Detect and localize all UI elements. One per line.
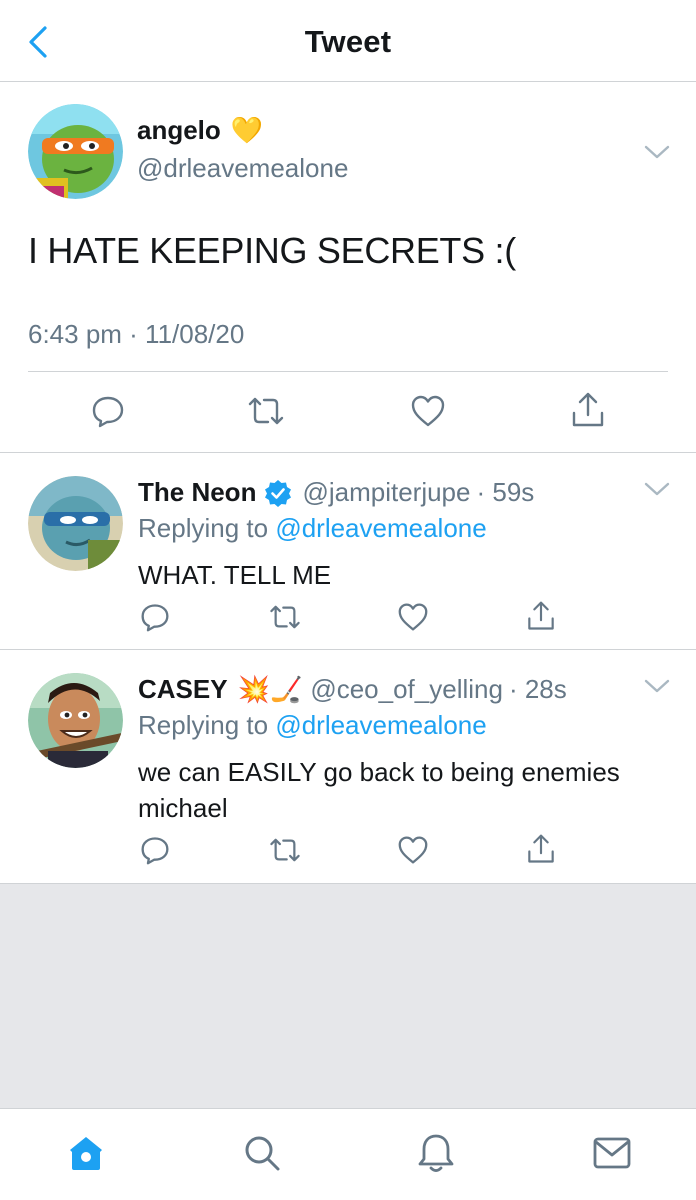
replying-to-label: Replying to <box>138 710 276 740</box>
verified-badge-icon <box>265 479 292 507</box>
tab-home[interactable] <box>64 1131 108 1175</box>
main-tweet: angelo 💛 @drleavemealone I HATE KEEPING … <box>0 83 696 453</box>
author-handle[interactable]: @drleavemealone <box>137 153 348 184</box>
yellow-heart-emoji: 💛 <box>230 115 264 145</box>
share-button[interactable] <box>568 389 608 431</box>
chevron-down-icon[interactable] <box>644 679 670 695</box>
reply-icon <box>141 604 169 632</box>
share-icon <box>572 392 604 427</box>
retweet-button[interactable] <box>244 391 288 431</box>
avatar[interactable] <box>28 476 123 571</box>
author-name[interactable]: angelo 💛 <box>137 115 263 146</box>
chevron-down-icon[interactable] <box>644 145 670 161</box>
replying-to: Replying to @drleavemealone <box>138 513 487 544</box>
retweet-icon <box>270 605 300 629</box>
share-button[interactable] <box>524 598 558 634</box>
retweet-icon <box>248 397 284 425</box>
replying-to-label: Replying to <box>138 513 276 543</box>
tweet-timestamp: 6:43 pm · 11/08/20 <box>28 319 245 349</box>
chevron-down-icon[interactable] <box>644 482 670 498</box>
name-emoji: 💥🏒 <box>237 674 303 704</box>
author-name-text: angelo <box>137 115 221 145</box>
avatar[interactable] <box>28 673 123 768</box>
reply-time: · 59s <box>476 477 535 507</box>
reply-time: · 28s <box>508 674 567 704</box>
reply-icon <box>141 837 169 865</box>
reply-button[interactable] <box>138 600 172 634</box>
notifications-icon <box>418 1134 454 1172</box>
like-button[interactable] <box>408 391 448 431</box>
tab-notifications[interactable] <box>414 1131 458 1175</box>
author-name[interactable]: The Neon <box>138 477 256 508</box>
reply-text: WHAT. TELL ME <box>138 560 332 590</box>
top-bar: Tweet <box>0 0 696 82</box>
divider <box>28 371 668 372</box>
home-icon <box>70 1137 102 1170</box>
reply-tweet[interactable]: The Neon @jampiterjupe · 59s Replying to… <box>0 454 696 650</box>
reply-header: CASEY 💥🏒 @ceo_of_yelling · 28s <box>138 674 567 705</box>
like-button[interactable] <box>396 600 430 634</box>
reply-tweet[interactable]: CASEY 💥🏒 @ceo_of_yelling · 28s Replying … <box>0 651 696 884</box>
share-icon <box>528 601 554 630</box>
reply-header: The Neon @jampiterjupe · 59s <box>138 477 534 508</box>
empty-area <box>0 884 696 1108</box>
page-title: Tweet <box>304 24 392 59</box>
reply-button[interactable] <box>88 391 128 431</box>
share-button[interactable] <box>524 831 558 867</box>
author-handle[interactable]: @ceo_of_yelling <box>310 674 503 705</box>
retweet-icon <box>270 838 300 862</box>
avatar[interactable] <box>28 104 123 199</box>
replying-to-link[interactable]: @drleavemealone <box>275 710 486 740</box>
reply-icon <box>92 396 124 428</box>
replying-to: Replying to @drleavemealone <box>138 710 487 741</box>
search-icon <box>245 1136 280 1171</box>
reply-text: we can EASILY go back to being enemies m… <box>138 757 620 823</box>
retweet-button[interactable] <box>266 600 304 634</box>
author-handle[interactable]: @jampiterjupe <box>302 477 470 508</box>
like-icon <box>411 395 445 427</box>
tab-search[interactable] <box>240 1131 284 1175</box>
messages-icon <box>593 1137 631 1169</box>
bottom-tab-bar <box>0 1108 696 1200</box>
share-icon <box>528 834 554 863</box>
like-icon <box>398 836 428 864</box>
author-name[interactable]: CASEY <box>138 674 228 705</box>
reply-button[interactable] <box>138 833 172 867</box>
retweet-button[interactable] <box>266 833 304 867</box>
like-icon <box>398 603 428 631</box>
tweet-text: I HATE KEEPING SECRETS :( <box>28 230 516 271</box>
tab-messages[interactable] <box>590 1131 634 1175</box>
like-button[interactable] <box>396 833 430 867</box>
replying-to-link[interactable]: @drleavemealone <box>275 513 486 543</box>
